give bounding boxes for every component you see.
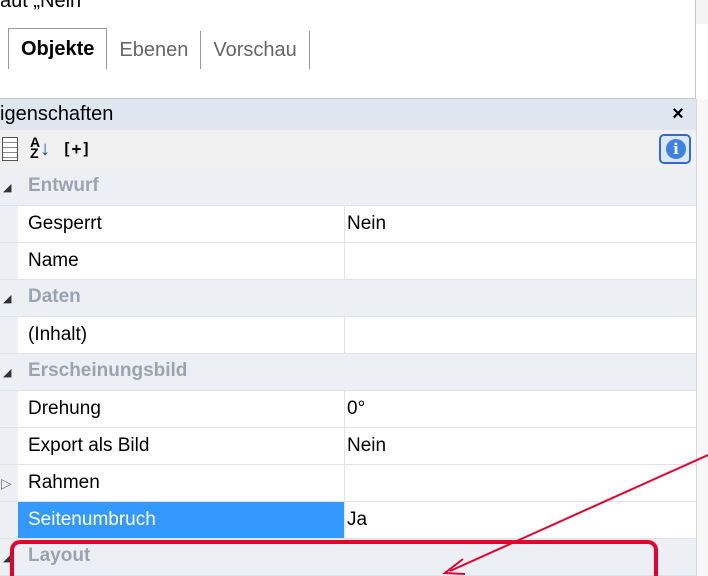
row-gutter [0, 317, 18, 353]
tab-objekte[interactable]: Objekte [8, 28, 108, 69]
property-name: (Inhalt) [28, 324, 88, 345]
category-row[interactable]: ◢ Entwurf [0, 169, 696, 206]
row-gutter [0, 206, 18, 242]
property-name: Name [28, 250, 79, 271]
top-scrollbar[interactable] [696, 0, 708, 24]
property-name: Drehung [28, 398, 101, 419]
info-button[interactable]: i [659, 134, 691, 164]
property-value[interactable]: Nein [344, 428, 696, 464]
sort-arrow-glyph: ↓ [40, 138, 51, 160]
property-value[interactable] [344, 317, 696, 353]
property-row-selected[interactable]: Seitenumbruch Ja [0, 502, 696, 539]
annotation-highlight-box [10, 540, 658, 576]
property-value[interactable]: 0° [344, 391, 696, 427]
top-frame: aut „Nein" Objekte Ebenen Vorschau [0, 0, 708, 100]
category-label: Daten [28, 286, 81, 307]
property-grid: ◢ Entwurf Gesperrt Nein Name ◢ Daten (In… [0, 169, 696, 576]
categorized-list-icon[interactable] [2, 137, 18, 161]
property-name: Gesperrt [28, 213, 102, 234]
row-gutter [0, 428, 18, 464]
property-name: Export als Bild [28, 435, 150, 456]
row-gutter [0, 502, 18, 538]
category-label: Entwurf [28, 175, 99, 196]
property-value-text: Ja [347, 509, 368, 530]
tab-ebenen[interactable]: Ebenen [107, 31, 202, 69]
property-value[interactable] [344, 465, 696, 501]
property-row[interactable]: Drehung 0° [0, 391, 696, 428]
divider [695, 0, 696, 100]
clipped-caption: aut „Nein" [0, 0, 89, 12]
info-icon: i [666, 139, 686, 159]
category-label: Erscheinungsbild [28, 360, 188, 381]
property-name: Seitenumbruch [28, 509, 156, 530]
vertical-scrollbar[interactable] [696, 99, 708, 576]
property-row[interactable]: Name [0, 243, 696, 280]
properties-toolbar: A Z↓ [+] i [0, 130, 696, 169]
property-value-text: Nein [347, 435, 387, 456]
property-row[interactable]: ▷ Rahmen [0, 465, 696, 502]
property-row[interactable]: Gesperrt Nein [0, 206, 696, 243]
expand-all-button[interactable]: [+] [62, 139, 91, 165]
property-value[interactable]: Nein [344, 206, 696, 242]
property-value-text: 0° [347, 398, 366, 419]
expand-triangle-icon[interactable]: ▷ [1, 475, 12, 492]
collapse-triangle-icon[interactable]: ◢ [3, 181, 11, 194]
panel-header: igenschaften × [0, 99, 696, 130]
property-value[interactable]: Ja [344, 502, 696, 538]
sort-alphabetical-icon[interactable]: A Z↓ [30, 134, 56, 163]
collapse-triangle-icon[interactable]: ◢ [3, 366, 11, 379]
panel-title: igenschaften [0, 103, 114, 125]
collapse-triangle-icon[interactable]: ◢ [3, 292, 11, 305]
property-value[interactable] [344, 243, 696, 279]
property-row[interactable]: Export als Bild Nein [0, 428, 696, 465]
properties-panel: igenschaften × A Z↓ [+] i ◢ Entwurf Gespe… [0, 99, 696, 576]
sort-az-glyph: AZ [30, 134, 41, 161]
row-gutter [0, 391, 18, 427]
property-row[interactable]: (Inhalt) [0, 317, 696, 354]
property-value-text: Nein [347, 213, 387, 234]
row-gutter [0, 243, 18, 279]
tab-vorschau[interactable]: Vorschau [201, 31, 310, 69]
property-name: Rahmen [28, 472, 100, 493]
close-button[interactable]: × [666, 102, 690, 126]
tab-strip: Objekte Ebenen Vorschau [8, 27, 310, 69]
category-row[interactable]: ◢ Erscheinungsbild [0, 354, 696, 391]
category-row[interactable]: ◢ Daten [0, 280, 696, 317]
